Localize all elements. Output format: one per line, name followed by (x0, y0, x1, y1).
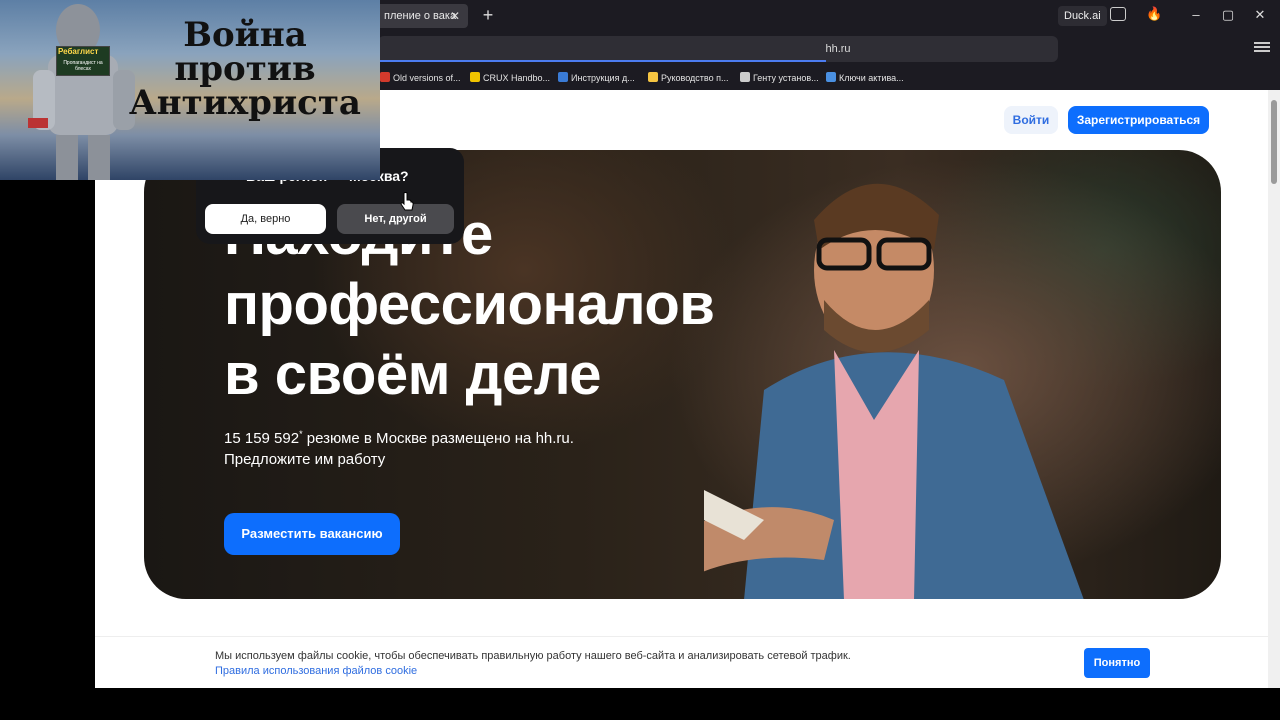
bookmark-label: Ключи актива... (839, 73, 904, 83)
video-overlay-image: Ребаглист Пропагандист на блесах Война п… (0, 0, 380, 180)
bookmark-item[interactable]: CRUX Handbo... (470, 70, 550, 86)
hero-subtitle-text: резюме в Москве размещено на hh.ru. (302, 430, 574, 447)
overlay-title-line: против (174, 49, 316, 89)
hand-cursor-icon (400, 192, 414, 211)
city-no-button[interactable]: Нет, другой (337, 204, 454, 234)
scrollbar-thumb[interactable] (1271, 100, 1277, 184)
tab-title: пление о вака (384, 10, 457, 22)
register-button[interactable]: Зарегистрироваться (1068, 106, 1209, 134)
bookmark-favicon-icon (648, 72, 658, 82)
bookmark-item[interactable]: Руководство п... (648, 70, 728, 86)
overlay-title: Война против Антихриста (120, 18, 370, 120)
hero-photo-person (704, 183, 1084, 599)
bookmark-label: Руководство п... (661, 73, 729, 83)
bookmark-label: Генту установ... (753, 73, 819, 83)
city-yes-button[interactable]: Да, верно (205, 204, 326, 234)
minimize-icon[interactable]: – (1186, 6, 1206, 24)
bookmark-favicon-icon (470, 72, 480, 82)
cookie-policy-link[interactable]: Правила использования файлов cookie (215, 664, 417, 678)
hero-subtitle: 15 159 592* резюме в Москве размещено на… (224, 424, 574, 470)
sidebar-toggle-icon[interactable] (1110, 7, 1126, 21)
tab-active[interactable]: пление о вака ✕ (376, 4, 468, 28)
address-bar[interactable]: hh.ru (378, 36, 1058, 62)
bookmark-favicon-icon (826, 72, 836, 82)
overlay-title-line: Антихриста (129, 83, 361, 123)
new-tab-icon[interactable]: + (476, 4, 500, 28)
post-vacancy-button[interactable]: Разместить вакансию (224, 513, 400, 555)
bookmark-favicon-icon (380, 72, 390, 82)
bookmark-label: CRUX Handbo... (483, 73, 551, 83)
address-bar-progress (380, 60, 826, 62)
sign-subtitle: Пропагандист на блесах (63, 60, 103, 72)
hero-title-line: профессионалов (224, 272, 715, 337)
tab-close-icon[interactable]: ✕ (450, 4, 460, 28)
login-button[interactable]: Войти (1004, 106, 1058, 134)
bookmark-item[interactable]: Ключи актива... (826, 70, 904, 86)
cookie-accept-button[interactable]: Понятно (1084, 648, 1150, 678)
bookmark-favicon-icon (558, 72, 568, 82)
hero-title-line: в своём деле (224, 342, 602, 407)
close-window-icon[interactable]: ✕ (1250, 6, 1270, 24)
maximize-icon[interactable]: ▢ (1218, 6, 1238, 24)
menu-icon[interactable] (1254, 40, 1270, 56)
cookie-text: Мы используем файлы cookie, чтобы обеспе… (215, 650, 851, 662)
hero-subtitle-line2: Предложите им работу (224, 451, 386, 468)
bookmark-label: Инструкция д... (571, 73, 635, 83)
bookmark-favicon-icon (740, 72, 750, 82)
fire-icon[interactable]: 🔥 (1146, 6, 1162, 24)
bookmark-item[interactable]: Инструкция д... (558, 70, 635, 86)
bookmark-item[interactable]: Old versions of... (380, 70, 461, 86)
duck-ai-button[interactable]: Duck.ai (1058, 6, 1107, 26)
bookmark-label: Old versions of... (393, 73, 461, 83)
overlay-title-line: Война (183, 15, 307, 55)
sign-title: Ребаглист (58, 47, 99, 56)
resume-count: 15 159 592 (224, 430, 300, 447)
bookmark-item[interactable]: Генту установ... (740, 70, 819, 86)
